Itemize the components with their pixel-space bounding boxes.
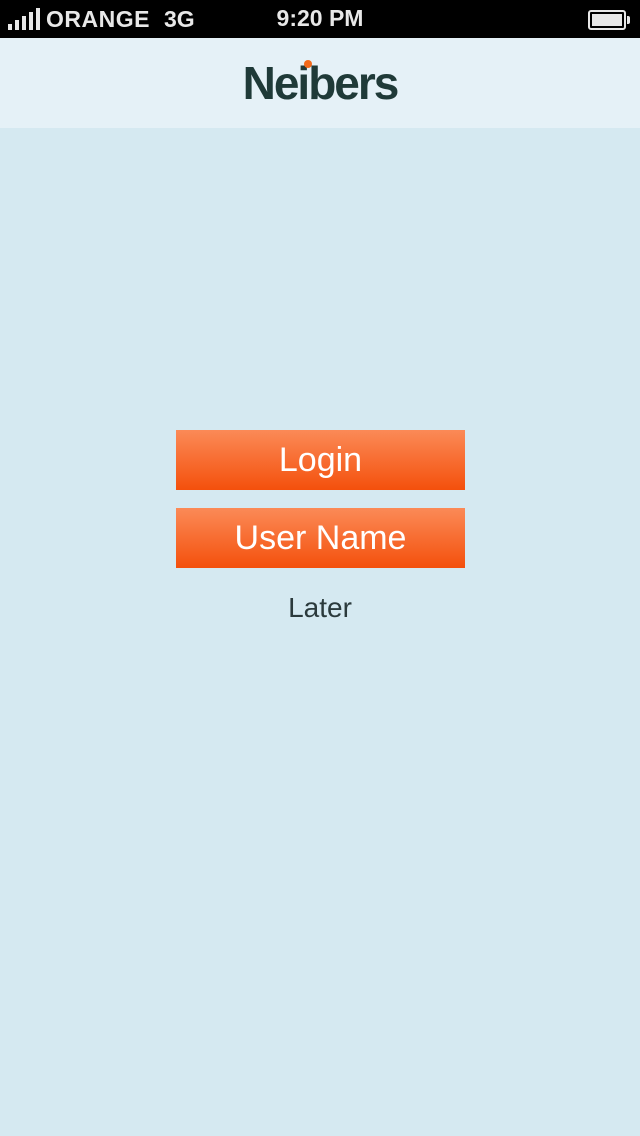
carrier-name: ORANGE	[46, 5, 150, 32]
user-name-button[interactable]: User Name	[176, 508, 465, 568]
app-logo: Neibers	[242, 56, 400, 110]
logo-dot-icon	[303, 60, 312, 68]
signal-bars-icon	[8, 8, 40, 30]
app-logo-text: Neibers	[242, 57, 400, 109]
app-header: Neibers	[0, 38, 640, 128]
battery-icon	[588, 10, 630, 30]
login-button[interactable]: Login	[176, 430, 465, 490]
status-bar: ORANGE 3G 9:20 PM	[0, 0, 640, 38]
network-type: 3G	[163, 5, 195, 32]
later-link[interactable]: Later	[0, 592, 640, 624]
